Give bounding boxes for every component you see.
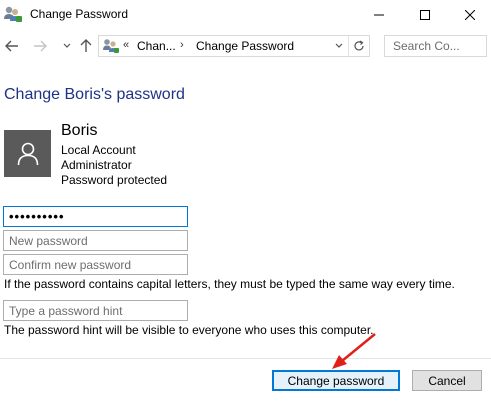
chevron-down-icon [335,43,343,48]
page-title: Change Boris's password [4,86,185,103]
refresh-button[interactable] [348,36,369,56]
up-button[interactable] [77,37,95,55]
address-bar[interactable]: « Chan... › Change Password [98,35,370,57]
address-dropdown-button[interactable] [332,38,346,54]
breadcrumb-separator[interactable]: › [180,39,184,51]
close-button[interactable] [447,0,491,30]
up-arrow-icon [80,39,92,52]
footer-divider [0,358,491,359]
maximize-icon [420,10,430,20]
annotation-arrow-icon [332,333,376,369]
back-button[interactable] [3,37,21,55]
user-icon [17,142,38,165]
cancel-button[interactable]: Cancel [412,370,482,391]
chevron-down-icon [63,43,71,48]
address-overflow-icon[interactable]: « [123,39,129,51]
forward-arrow-icon [34,40,47,52]
search-placeholder: Search Co... [393,39,460,53]
control-panel-icon [102,38,120,54]
breadcrumb-item-current[interactable]: Change Password [196,39,294,53]
current-password-field[interactable] [3,206,188,227]
refresh-icon [354,40,364,51]
change-password-button[interactable]: Change password [272,370,400,391]
minimize-icon [374,14,384,16]
minimize-button[interactable] [356,0,402,30]
confirm-password-field[interactable] [3,254,188,275]
title-bar: Change Password [0,0,491,30]
forward-button[interactable] [31,37,49,55]
window-title: Change Password [30,7,129,21]
hint-visibility-note: The password hint will be visible to eve… [4,323,374,337]
maximize-button[interactable] [402,0,448,30]
user-name: Boris [61,122,98,139]
recent-locations-button[interactable] [58,37,76,55]
close-icon [465,10,475,20]
capital-letters-note: If the password contains capital letters… [4,277,455,291]
back-arrow-icon [5,40,18,52]
users-icon [3,5,23,23]
new-password-field[interactable] [3,230,188,251]
account-type: Local Account [61,143,136,157]
account-role: Administrator [61,158,132,172]
password-status: Password protected [61,173,168,187]
avatar [4,130,51,177]
breadcrumb-item[interactable]: Chan... [137,39,176,53]
password-hint-field[interactable] [3,300,188,321]
search-box[interactable]: Search Co... [384,35,487,57]
navigation-bar: « Chan... › Change Password Search Co... [0,31,491,61]
